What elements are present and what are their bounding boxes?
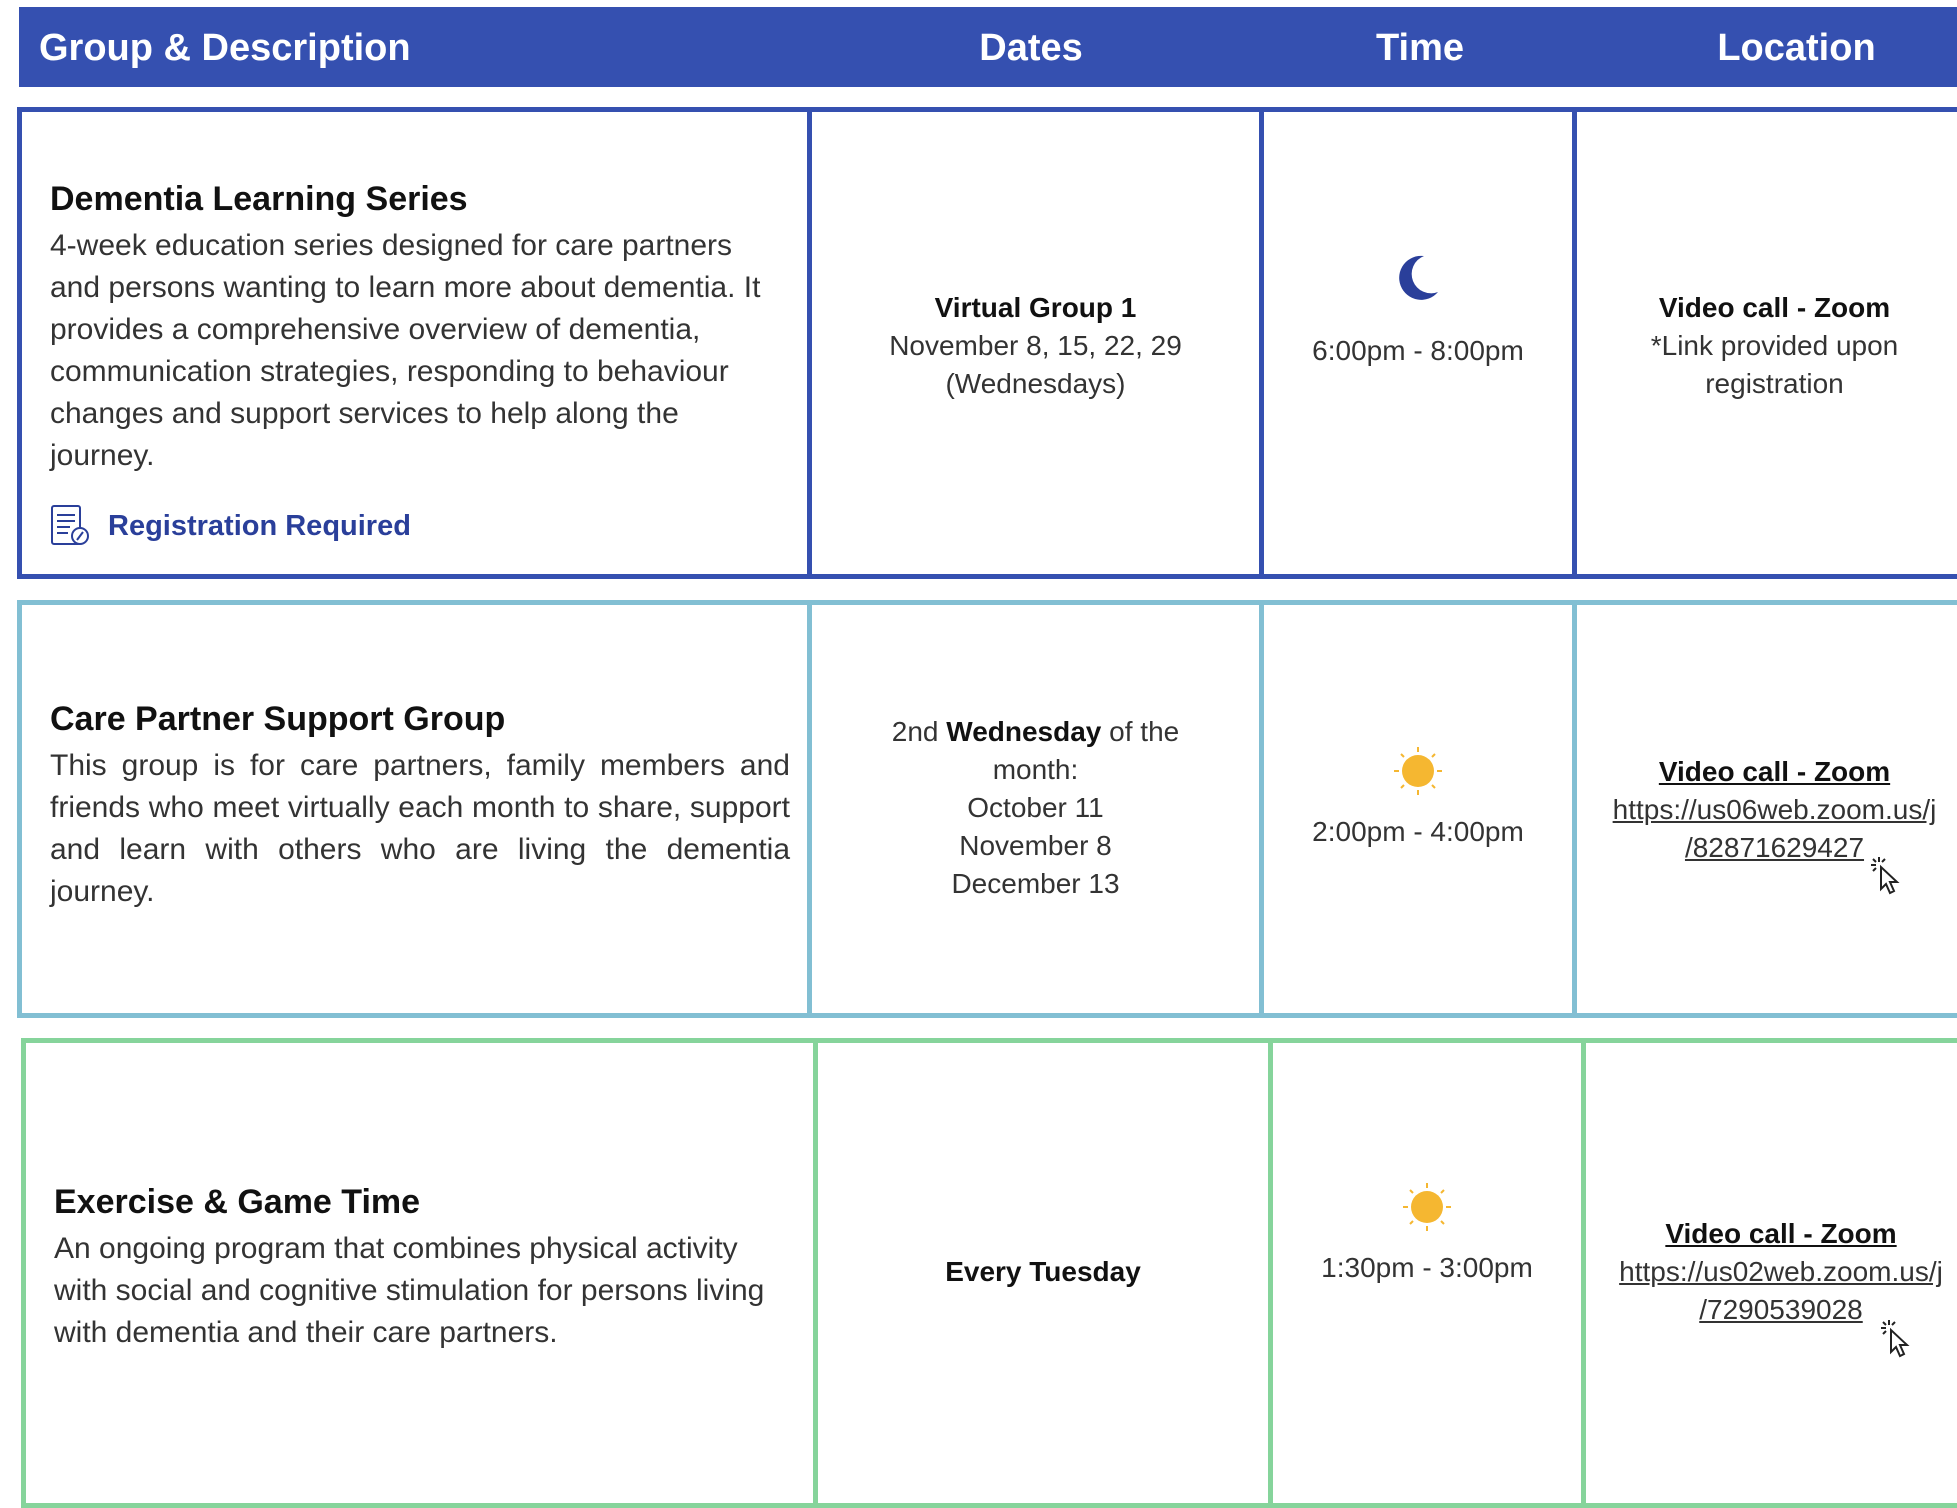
time-cell: 2:00pm - 4:00pm [1259,605,1572,1013]
registration-form-icon [51,505,89,545]
table-row-dementia-learning-series: Dementia Learning Series 4-week educatio… [17,107,1957,579]
group-description-cell: Dementia Learning Series 4-week educatio… [22,112,807,574]
table-row-care-partner-support-group: Care Partner Support Group This group is… [17,600,1957,1018]
date-item: December 13 [951,868,1120,899]
group-title: Exercise & Game Time [54,1183,421,1221]
dates-recurrence: 2nd Wednesday of the [812,713,1259,751]
location-cell: Video call - Zoom https://us02web.zoom.u… [1581,1043,1957,1503]
location-title-link[interactable]: Video call - Zoom [1586,1215,1957,1253]
dates-line: November 8, 15, 22, 29 [889,330,1182,361]
group-description-cell: Care Partner Support Group This group is… [22,605,807,1013]
group-description: This group is for care partners, family … [50,749,790,908]
header-group-description: Group & Description [39,27,411,69]
dates-day: Wednesday [946,716,1102,747]
location-cell: Video call - Zoom https://us06web.zoom.u… [1572,605,1957,1013]
date-item: October 11 [967,792,1104,823]
header-location: Location [1717,27,1876,69]
group-description: An ongoing program that combines physica… [54,1232,765,1349]
registration-label: Registration Required [108,509,411,542]
dates-cell: Virtual Group 1 November 8, 15, 22, 29 (… [807,112,1259,574]
location-title: Video call - Zoom [1658,292,1891,323]
time-value: 6:00pm - 8:00pm [1312,335,1524,366]
zoom-link[interactable]: https://us06web.zoom.us/j [1577,791,1957,829]
location-note: registration [1705,368,1844,399]
header-time: Time [1375,27,1464,69]
header-dates: Dates [979,27,1083,69]
time-cell: 1:30pm - 3:00pm [1268,1043,1581,1503]
date-item: November 8 [959,830,1112,861]
zoom-link[interactable]: https://us02web.zoom.us/j [1586,1253,1957,1291]
dates-title: Every Tuesday [945,1256,1141,1287]
group-title: Care Partner Support Group [50,700,506,738]
time-value: 2:00pm - 4:00pm [1312,816,1524,847]
dates-cell: Every Tuesday [813,1043,1268,1503]
moon-icon [1399,255,1438,300]
time-value: 1:30pm - 3:00pm [1321,1252,1533,1283]
dates-line: (Wednesdays) [945,368,1126,399]
location-title-link[interactable]: Video call - Zoom [1577,753,1957,791]
group-description: 4-week education series designed for car… [50,229,761,472]
group-description-cell: Exercise & Game Time An ongoing program … [26,1043,813,1503]
click-cursor-icon [1871,857,1900,895]
registration-required[interactable]: Registration Required [50,504,411,548]
dates-line: month: [992,754,1079,785]
table-row-exercise-game-time: Exercise & Game Time An ongoing program … [21,1038,1957,1508]
table-header: Group & Description Dates Time Location [19,7,1957,87]
dates-prefix: 2nd [891,716,939,747]
location-note: *Link provided upon [1650,330,1899,361]
sun-icon [1403,1183,1451,1231]
click-cursor-icon [1881,1320,1910,1358]
dates-suffix: of the [1109,716,1180,747]
location-cell: Video call - Zoom *Link provided upon re… [1572,112,1957,574]
group-title: Dementia Learning Series [50,180,468,218]
dates-title: Virtual Group 1 [934,292,1137,323]
dates-cell: 2nd Wednesday of the month: October 11 N… [807,605,1259,1013]
sun-icon [1394,747,1442,795]
time-cell: 6:00pm - 8:00pm [1259,112,1572,574]
